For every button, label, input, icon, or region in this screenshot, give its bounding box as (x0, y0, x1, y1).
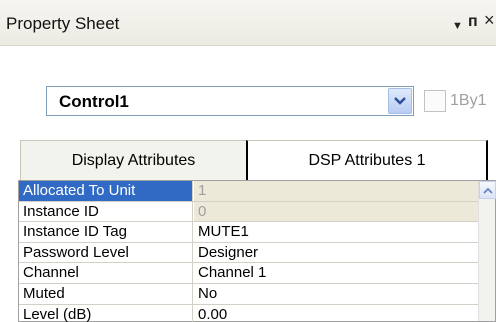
property-name: Muted (19, 284, 193, 304)
property-value[interactable]: No (194, 284, 479, 304)
property-value[interactable]: MUTE1 (194, 222, 479, 242)
tab-label: DSP Attributes 1 (308, 152, 426, 169)
property-row-instance-id-tag[interactable]: Instance ID Tag MUTE1 (19, 222, 479, 243)
tab-display-attributes[interactable]: Display Attributes (20, 140, 246, 180)
one-by-one-label: 1By1 (450, 92, 487, 109)
property-value[interactable]: 0.00 (194, 305, 479, 322)
title-bar: Property Sheet ▼ ᴨ × (0, 0, 496, 46)
property-name: Channel (19, 263, 193, 283)
panel-title: Property Sheet (6, 14, 120, 33)
property-row-instance-id[interactable]: Instance ID 0 (19, 201, 479, 223)
control-selector-value: Control1 (59, 92, 129, 111)
property-name: Instance ID Tag (19, 222, 193, 242)
property-row-channel[interactable]: Channel Channel 1 (19, 263, 479, 284)
chevron-up-icon (483, 187, 493, 194)
chevron-down-icon (394, 97, 406, 105)
pin-icon[interactable]: ᴨ (468, 12, 478, 32)
property-grid: Allocated To Unit 1 Instance ID 0 Instan… (18, 180, 496, 322)
property-value: 1 (194, 181, 479, 201)
property-sheet-panel: Property Sheet ▼ ᴨ × Control1 1By1 Displ… (0, 0, 496, 322)
close-icon[interactable]: × (484, 10, 495, 30)
one-by-one-checkbox[interactable] (424, 90, 446, 112)
property-row-allocated-to-unit[interactable]: Allocated To Unit 1 (19, 181, 479, 202)
property-value[interactable]: Designer (194, 243, 479, 263)
property-row-muted[interactable]: Muted No (19, 284, 479, 305)
control-selector[interactable]: Control1 (46, 86, 414, 116)
property-name: Instance ID (19, 201, 193, 222)
property-value[interactable]: Channel 1 (194, 263, 479, 283)
property-row-password-level[interactable]: Password Level Designer (19, 242, 479, 264)
vertical-scrollbar[interactable] (478, 181, 496, 321)
property-name: Password Level (19, 242, 193, 263)
tab-label: Display Attributes (71, 152, 196, 169)
tab-dsp-attributes-1[interactable]: DSP Attributes 1 (246, 140, 488, 180)
scroll-up-button[interactable] (479, 181, 496, 199)
property-value: 0 (194, 201, 479, 222)
control-selector-dropdown-button[interactable] (388, 88, 412, 114)
window-menu-icon[interactable]: ▼ (452, 16, 463, 36)
property-name: Allocated To Unit (19, 181, 193, 201)
property-name: Level (dB) (19, 304, 193, 322)
property-row-level-db[interactable]: Level (dB) 0.00 (19, 304, 479, 322)
